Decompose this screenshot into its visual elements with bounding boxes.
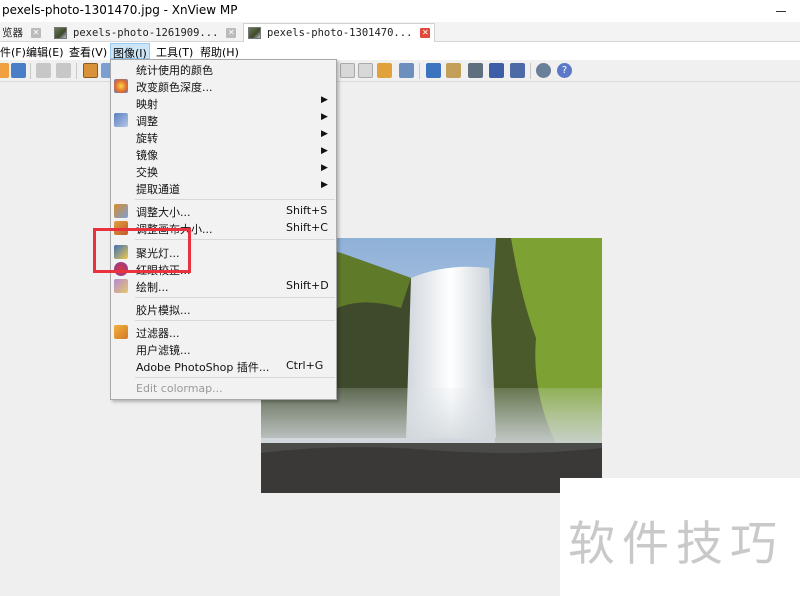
menu-item-photoshop-plugin[interactable]: Adobe PhotoShop 插件... Ctrl+G bbox=[111, 358, 336, 375]
menu-item-count-colors[interactable]: 统计使用的颜色 bbox=[111, 61, 336, 78]
menu-separator bbox=[135, 199, 335, 200]
menu-item-rotate[interactable]: 旋转 ▶ bbox=[111, 129, 336, 146]
submenu-arrow-icon: ▶ bbox=[321, 146, 328, 156]
menu-tools[interactable]: 工具(T) bbox=[154, 43, 195, 59]
menu-item-filters[interactable]: 过滤器... bbox=[111, 324, 336, 341]
title-bar: pexels-photo-1301470.jpg - XnView MP bbox=[0, 0, 800, 22]
menu-item-film-simulation[interactable]: 胶片模拟... bbox=[111, 301, 336, 318]
adjust-icon[interactable] bbox=[377, 63, 392, 78]
filter-icon bbox=[114, 325, 128, 339]
submenu-arrow-icon: ▶ bbox=[321, 112, 328, 122]
help-icon[interactable]: ? bbox=[557, 63, 572, 78]
toolbar-separator bbox=[530, 63, 531, 79]
submenu-arrow-icon: ▶ bbox=[321, 163, 328, 173]
menu-separator bbox=[135, 320, 335, 321]
minimize-icon[interactable] bbox=[775, 5, 787, 17]
tab-label: 览器 bbox=[2, 27, 23, 39]
menu-item-map[interactable]: 映射 ▶ bbox=[111, 95, 336, 112]
submenu-arrow-icon: ▶ bbox=[321, 129, 328, 139]
close-tab-icon[interactable]: ✕ bbox=[31, 27, 41, 38]
menu-item-edit-colormap: Edit colormap... bbox=[136, 382, 223, 395]
redo-icon[interactable] bbox=[56, 63, 71, 78]
menu-image[interactable]: 图像(I) bbox=[110, 43, 150, 60]
menu-item-swap[interactable]: 交换 ▶ bbox=[111, 163, 336, 180]
tab-label: pexels-photo-1301470... bbox=[267, 27, 413, 39]
menu-separator bbox=[135, 297, 335, 298]
image-thumbnail-icon bbox=[54, 26, 67, 39]
rotate-left-icon[interactable] bbox=[340, 63, 355, 78]
image-thumbnail-icon bbox=[248, 27, 261, 39]
menu-item-mirror[interactable]: 镜像 ▶ bbox=[111, 146, 336, 163]
menu-item-change-color-depth[interactable]: 改变颜色深度... bbox=[111, 78, 336, 95]
rotate-right-icon[interactable] bbox=[358, 63, 373, 78]
resize-icon bbox=[114, 204, 128, 218]
toolbar-separator bbox=[30, 63, 31, 79]
toolbar-separator bbox=[419, 63, 420, 79]
save-icon[interactable] bbox=[11, 63, 26, 78]
menu-item-adjust[interactable]: 调整 ▶ bbox=[111, 112, 336, 129]
menu-help[interactable]: 帮助(H) bbox=[198, 43, 241, 59]
annotation-highlight-box bbox=[93, 228, 191, 273]
adjust-icon bbox=[114, 113, 128, 127]
undo-icon[interactable] bbox=[36, 63, 51, 78]
gear-icon[interactable] bbox=[536, 63, 551, 78]
window-title: pexels-photo-1301470.jpg - XnView MP bbox=[2, 3, 238, 17]
menu-view[interactable]: 查看(V) bbox=[67, 43, 109, 59]
menu-item-extract-channel[interactable]: 提取通道 ▶ bbox=[111, 180, 336, 197]
submenu-arrow-icon: ▶ bbox=[321, 180, 328, 190]
menu-item-draw[interactable]: 绘制... Shift+D bbox=[111, 278, 336, 295]
toolbar-separator bbox=[76, 63, 77, 79]
close-tab-icon[interactable]: ✕ bbox=[420, 28, 431, 38]
tab-photo-1261909[interactable]: pexels-photo-1261909... ✕ bbox=[50, 23, 240, 42]
capture-icon[interactable] bbox=[510, 63, 525, 78]
draw-icon bbox=[114, 279, 128, 293]
fullscreen-icon[interactable] bbox=[426, 63, 441, 78]
menu-bar: 件(F) 编辑(E) 查看(V) 图像(I) 工具(T) 帮助(H) bbox=[0, 42, 800, 60]
close-tab-icon[interactable]: ✕ bbox=[226, 27, 237, 38]
tab-label: pexels-photo-1261909... bbox=[73, 26, 219, 39]
crop-icon[interactable] bbox=[83, 63, 98, 78]
menu-separator bbox=[135, 377, 335, 378]
submenu-arrow-icon: ▶ bbox=[321, 95, 328, 105]
tab-browser[interactable]: 览器 ✕ bbox=[0, 23, 45, 42]
print-preview-icon[interactable] bbox=[399, 63, 414, 78]
menu-item-user-filter[interactable]: 用户滤镜... bbox=[111, 341, 336, 358]
scanner-icon[interactable] bbox=[489, 63, 504, 78]
menu-edit[interactable]: 编辑(E) bbox=[24, 43, 66, 59]
menu-item-resize[interactable]: 调整大小... Shift+S bbox=[111, 203, 336, 220]
draw-tool-icon[interactable] bbox=[446, 63, 461, 78]
open-folder-icon[interactable] bbox=[0, 63, 9, 78]
tab-photo-1301470[interactable]: pexels-photo-1301470... ✕ bbox=[243, 23, 436, 42]
print-icon[interactable] bbox=[468, 63, 483, 78]
tab-bar: 览器 ✕ pexels-photo-1261909... ✕ pexels-ph… bbox=[0, 22, 800, 42]
watermark-text: 软件技巧 bbox=[568, 517, 784, 572]
color-depth-icon bbox=[114, 79, 128, 93]
